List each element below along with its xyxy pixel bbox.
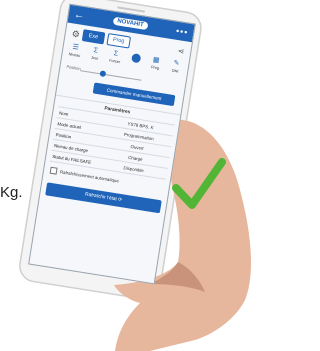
check-icon (172, 158, 226, 209)
checkmark-overlay (172, 158, 226, 209)
